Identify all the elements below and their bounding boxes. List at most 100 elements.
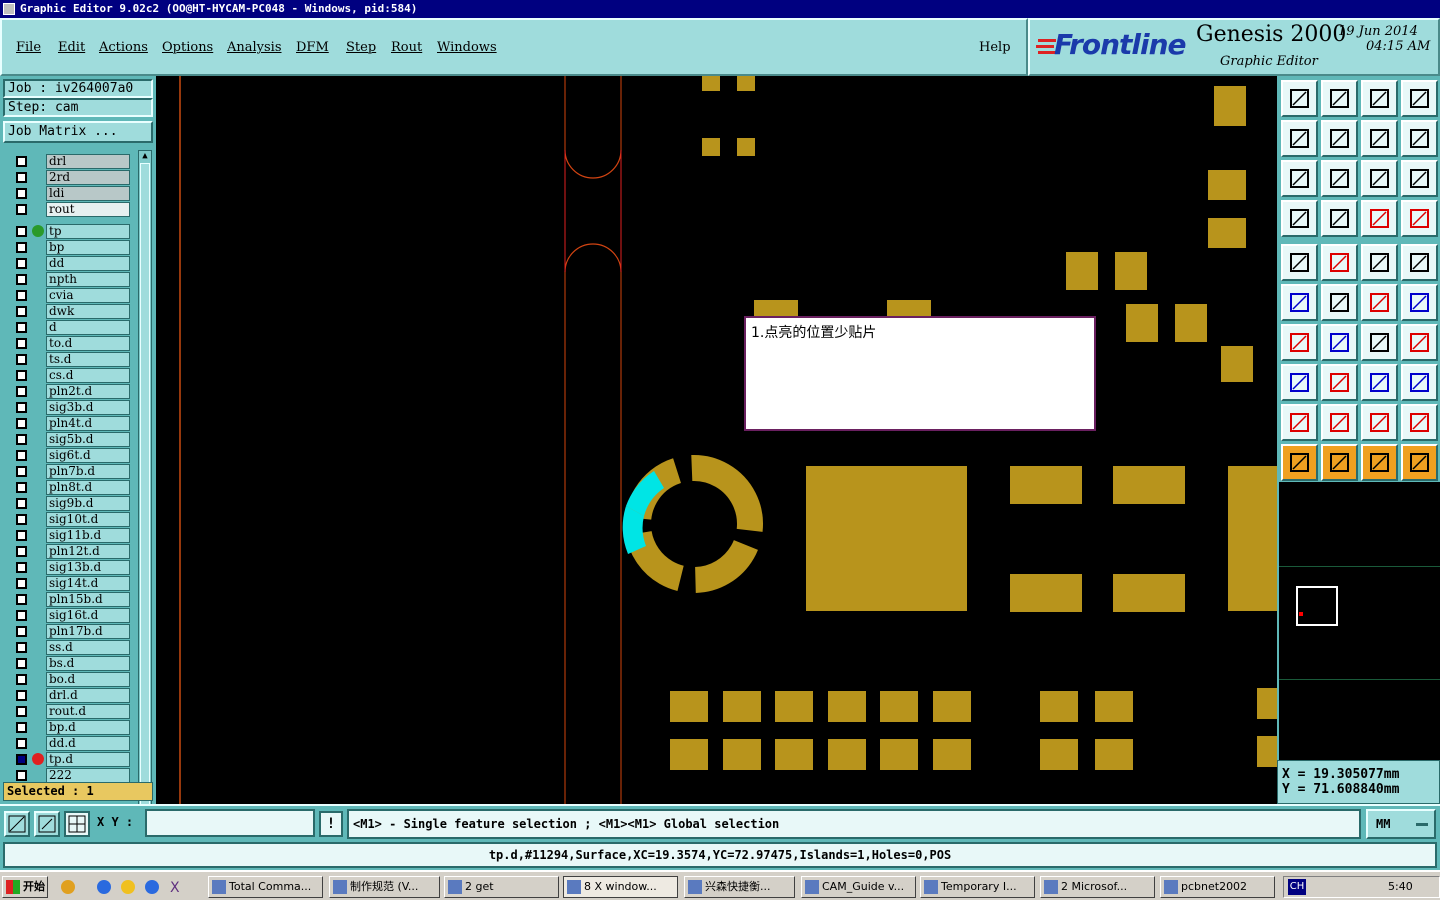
- layer-row-tp-d[interactable]: tp.d: [12, 752, 130, 767]
- layer-name[interactable]: sig5b.d: [46, 432, 130, 447]
- layer-row-bs-d[interactable]: bs.d: [12, 656, 130, 671]
- layer-name[interactable]: ts.d: [46, 352, 130, 367]
- menu-windows[interactable]: Windows: [437, 40, 497, 55]
- layer-checkbox[interactable]: [16, 658, 27, 669]
- layer-name[interactable]: bs.d: [46, 656, 130, 671]
- layer-checkbox[interactable]: [16, 674, 27, 685]
- layer-name[interactable]: pln15b.d: [46, 592, 130, 607]
- tool-layers-red-2-button[interactable]: [1401, 200, 1438, 237]
- tool-mirror-button[interactable]: [1401, 120, 1438, 157]
- menu-file[interactable]: File: [16, 40, 41, 55]
- layer-name[interactable]: bp: [46, 240, 130, 255]
- taskbar-item[interactable]: 制作规范 (V...: [329, 876, 440, 898]
- layer-row-rout-d[interactable]: rout.d: [12, 704, 130, 719]
- layer-row-dwk[interactable]: dwk: [12, 304, 130, 319]
- layer-name[interactable]: sig11b.d: [46, 528, 130, 543]
- layer-row-sig9b-d[interactable]: sig9b.d: [12, 496, 130, 511]
- layer-name[interactable]: ldi: [46, 186, 130, 201]
- layer-checkbox[interactable]: [16, 578, 27, 589]
- layer-name[interactable]: rout: [46, 202, 130, 217]
- xy-input[interactable]: [145, 809, 315, 837]
- layer-checkbox[interactable]: [16, 594, 27, 605]
- layer-name[interactable]: pln7b.d: [46, 464, 130, 479]
- taskbar-item[interactable]: 兴森快捷衡...: [684, 876, 795, 898]
- alert-icon[interactable]: !: [319, 811, 343, 837]
- layer-name[interactable]: sig6t.d: [46, 448, 130, 463]
- layer-row-cvia[interactable]: cvia: [12, 288, 130, 303]
- layer-checkbox[interactable]: [16, 274, 27, 285]
- layer-checkbox[interactable]: [16, 546, 27, 557]
- layer-checkbox[interactable]: [16, 386, 27, 397]
- layer-row-sig5b-d[interactable]: sig5b.d: [12, 432, 130, 447]
- layer-checkbox[interactable]: [16, 562, 27, 573]
- layer-name[interactable]: pln2t.d: [46, 384, 130, 399]
- tool-move-left-button[interactable]: [1281, 120, 1318, 157]
- layer-name[interactable]: tp: [46, 224, 130, 239]
- taskbar-item[interactable]: 2 get: [444, 876, 559, 898]
- layer-name[interactable]: sig16t.d: [46, 608, 130, 623]
- layer-name[interactable]: pln17b.d: [46, 624, 130, 639]
- layer-checkbox[interactable]: [16, 530, 27, 541]
- taskbar-item[interactable]: pcbnet2002: [1160, 876, 1275, 898]
- layer-name[interactable]: sig14t.d: [46, 576, 130, 591]
- start-button[interactable]: 开始: [2, 876, 48, 898]
- tool-help-button[interactable]: [1401, 160, 1438, 197]
- layer-row-bp-d[interactable]: bp.d: [12, 720, 130, 735]
- layer-checkbox[interactable]: [16, 354, 27, 365]
- layer-name[interactable]: drl: [46, 154, 130, 169]
- measure-tool-button[interactable]: [34, 811, 60, 837]
- layer-row-ldi[interactable]: ldi: [12, 186, 130, 201]
- tool-ruler-button[interactable]: [1361, 244, 1398, 281]
- menu-actions[interactable]: Actions: [99, 40, 148, 55]
- layer-row-pln12t-d[interactable]: pln12t.d: [12, 544, 130, 559]
- layer-checkbox[interactable]: [16, 204, 27, 215]
- layer-name[interactable]: ss.d: [46, 640, 130, 655]
- layer-name[interactable]: tp.d: [46, 752, 130, 767]
- menu-options[interactable]: Options: [162, 40, 213, 55]
- layer-checkbox[interactable]: [16, 626, 27, 637]
- tool-cross-button[interactable]: [1321, 284, 1358, 321]
- tool-line-h-button[interactable]: [1321, 364, 1358, 401]
- layer-row-pln7b-d[interactable]: pln7b.d: [12, 464, 130, 479]
- layer-row-pln2t-d[interactable]: pln2t.d: [12, 384, 130, 399]
- layer-row-tp[interactable]: tp: [12, 224, 130, 239]
- tool-window-button[interactable]: [1401, 80, 1438, 117]
- layer-row-dd-d[interactable]: dd.d: [12, 736, 130, 751]
- layer-checkbox[interactable]: [16, 722, 27, 733]
- layer-row-sig3b-d[interactable]: sig3b.d: [12, 400, 130, 415]
- layer-checkbox[interactable]: [16, 226, 27, 237]
- layer-row-pln17b-d[interactable]: pln17b.d: [12, 624, 130, 639]
- layer-checkbox[interactable]: [16, 172, 27, 183]
- layer-name[interactable]: dd: [46, 256, 130, 271]
- layer-checkbox[interactable]: [16, 338, 27, 349]
- zoom-tool-button[interactable]: [4, 811, 30, 837]
- tool-home-button[interactable]: [1361, 80, 1398, 117]
- layer-checkbox[interactable]: [16, 370, 27, 381]
- layer-name[interactable]: drl.d: [46, 688, 130, 703]
- tool-pointer-2-button[interactable]: [1361, 444, 1398, 481]
- menu-edit[interactable]: Edit: [58, 40, 85, 55]
- language-indicator[interactable]: CH: [1288, 879, 1306, 895]
- tool-pointer-box-button[interactable]: [1321, 444, 1358, 481]
- scroll-up-icon[interactable]: ▲: [140, 151, 150, 163]
- job-matrix-button[interactable]: Job Matrix ...: [3, 121, 153, 143]
- tool-select-box-button[interactable]: [1321, 244, 1358, 281]
- tool-group-button[interactable]: [1401, 364, 1438, 401]
- layer-checkbox[interactable]: [16, 306, 27, 317]
- layer-row-rout[interactable]: rout: [12, 202, 130, 217]
- taskbar-item[interactable]: 8 X window...: [563, 876, 678, 898]
- layer-checkbox[interactable]: [16, 418, 27, 429]
- tool-text-f-button[interactable]: [1401, 324, 1438, 361]
- layer-row-sig13b-d[interactable]: sig13b.d: [12, 560, 130, 575]
- layer-checkbox[interactable]: [16, 242, 27, 253]
- layer-name[interactable]: pln12t.d: [46, 544, 130, 559]
- layer-checkbox[interactable]: [16, 290, 27, 301]
- layer-row-ss-d[interactable]: ss.d: [12, 640, 130, 655]
- layer-checkbox[interactable]: [16, 706, 27, 717]
- layer-row-sig11b-d[interactable]: sig11b.d: [12, 528, 130, 543]
- layer-name[interactable]: pln8t.d: [46, 480, 130, 495]
- menu-dfm[interactable]: DFM: [296, 40, 329, 55]
- layer-checkbox[interactable]: [16, 770, 27, 781]
- taskbar-item[interactable]: Temporary I...: [920, 876, 1035, 898]
- tool-tools-button[interactable]: [1281, 200, 1318, 237]
